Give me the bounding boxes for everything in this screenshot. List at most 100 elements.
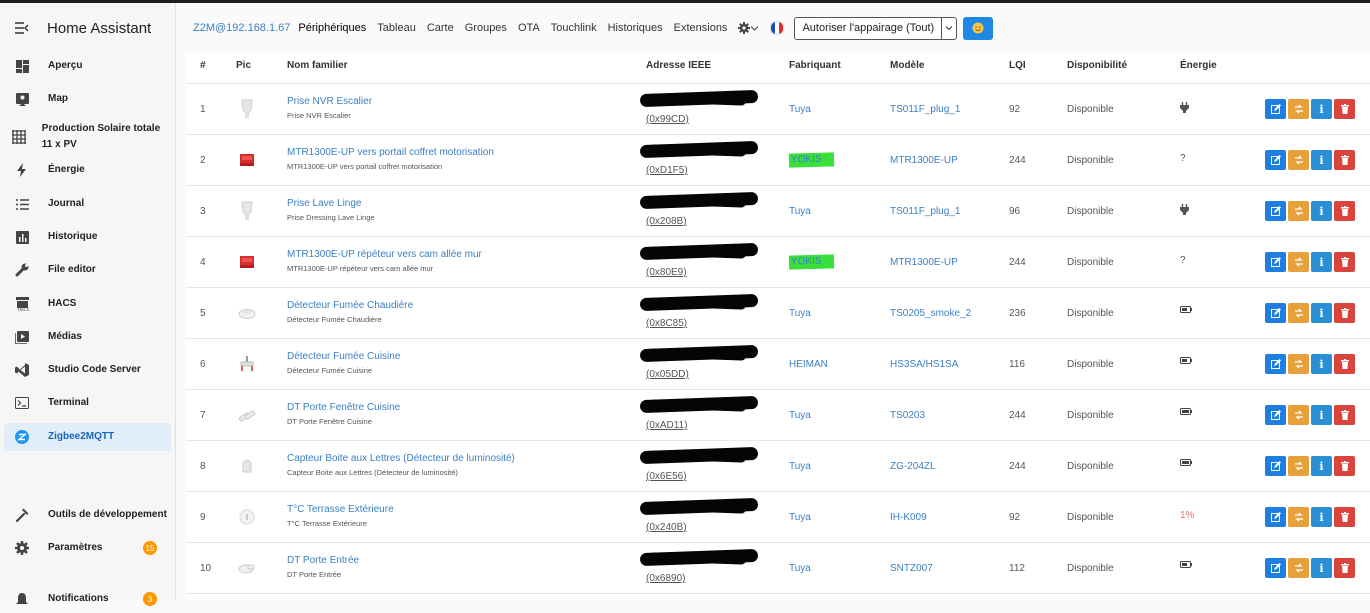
header-energy[interactable]: Énergie: [1180, 53, 1217, 83]
sidebar-item-dev-tools[interactable]: Outils de développement: [4, 501, 171, 529]
info-button[interactable]: i: [1311, 405, 1332, 425]
nav-ota[interactable]: OTA: [518, 22, 540, 34]
info-button[interactable]: i: [1311, 252, 1332, 272]
network-address-link[interactable]: (0x240B): [646, 522, 687, 533]
nav-extensions[interactable]: Extensions: [674, 22, 728, 34]
nav-brand-link[interactable]: Z2M@192.168.1.67: [193, 22, 290, 34]
model-link[interactable]: TS0203: [890, 410, 925, 421]
manufacturer-link[interactable]: Tuya: [789, 410, 811, 421]
info-button[interactable]: i: [1311, 558, 1332, 578]
rename-button[interactable]: [1288, 150, 1309, 170]
device-name-link[interactable]: T°C Terrasse Extérieure: [287, 504, 394, 515]
nav-carte[interactable]: Carte: [427, 22, 454, 34]
network-address-link[interactable]: (0x99CD): [646, 114, 689, 125]
sidebar-item-medias[interactable]: Médias: [4, 323, 171, 351]
sidebar-item-code-server[interactable]: Studio Code Server: [4, 356, 171, 384]
theme-toggle-button[interactable]: [963, 16, 994, 40]
device-name-link[interactable]: Prise Lave Linge: [287, 198, 375, 209]
network-address-link[interactable]: (0x6E56): [646, 471, 687, 482]
manufacturer-link[interactable]: Tuya: [789, 512, 811, 523]
edit-button[interactable]: [1265, 558, 1286, 578]
edit-button[interactable]: [1265, 150, 1286, 170]
rename-button[interactable]: [1288, 201, 1309, 221]
header-manufacturer[interactable]: Fabriquant: [789, 53, 841, 83]
model-link[interactable]: ZG-204ZL: [890, 461, 936, 472]
sidebar-item-apercu[interactable]: Aperçu: [4, 52, 171, 80]
info-button[interactable]: i: [1311, 507, 1332, 527]
sidebar-item-file-editor[interactable]: File editor: [4, 256, 171, 284]
manufacturer-link[interactable]: Tuya: [789, 308, 811, 319]
delete-button[interactable]: [1334, 201, 1355, 221]
device-name-link[interactable]: Détecteur Fumée Chaudière: [287, 300, 413, 311]
settings-dropdown[interactable]: [738, 22, 759, 34]
device-name-link[interactable]: MTR1300E-UP vers portail coffret motoris…: [287, 147, 494, 158]
sidebar-item-journal[interactable]: Journal: [4, 190, 171, 218]
sidebar-item-solar[interactable]: Production Solaire totale 11 x PV: [4, 119, 171, 155]
device-name-link[interactable]: Détecteur Fumée Cuisine: [287, 351, 400, 362]
info-button[interactable]: i: [1311, 303, 1332, 323]
edit-button[interactable]: [1265, 201, 1286, 221]
nav-peripheriques[interactable]: Périphériques: [298, 22, 366, 34]
rename-button[interactable]: [1288, 405, 1309, 425]
model-link[interactable]: TS011F_plug_1: [890, 104, 960, 115]
info-button[interactable]: i: [1311, 354, 1332, 374]
edit-button[interactable]: [1265, 99, 1286, 119]
model-link[interactable]: MTR1300E-UP: [890, 257, 958, 268]
chevron-down-icon[interactable]: [941, 17, 956, 39]
network-address-link[interactable]: (0x80E9): [646, 267, 687, 278]
network-address-link[interactable]: (0xD1F5): [646, 165, 688, 176]
delete-button[interactable]: [1334, 456, 1355, 476]
sidebar-item-map[interactable]: Map: [4, 85, 171, 113]
delete-button[interactable]: [1334, 99, 1355, 119]
rename-button[interactable]: [1288, 99, 1309, 119]
info-button[interactable]: i: [1311, 201, 1332, 221]
nav-groupes[interactable]: Groupes: [465, 22, 507, 34]
sidebar-item-terminal[interactable]: Terminal: [4, 389, 171, 417]
edit-button[interactable]: [1265, 252, 1286, 272]
network-address-link[interactable]: (0x8C85): [646, 318, 687, 329]
rename-button[interactable]: [1288, 303, 1309, 323]
edit-button[interactable]: [1265, 303, 1286, 323]
info-button[interactable]: i: [1311, 150, 1332, 170]
permit-join-select[interactable]: Autoriser l'appairage (Tout): [794, 16, 958, 40]
manufacturer-link[interactable]: YOKIS: [788, 254, 834, 270]
menu-collapse-icon[interactable]: [0, 22, 44, 34]
sidebar-item-hacs[interactable]: HACS HACS: [4, 290, 171, 318]
rename-button[interactable]: [1288, 456, 1309, 476]
manufacturer-link[interactable]: HEIMAN: [789, 359, 828, 370]
device-name-link[interactable]: Capteur Boite aux Lettres (Détecteur de …: [287, 453, 515, 464]
delete-button[interactable]: [1334, 303, 1355, 323]
device-name-link[interactable]: DT Porte Fenêtre Cuisine: [287, 402, 400, 413]
sidebar-item-settings[interactable]: Paramètres 15: [4, 534, 171, 562]
device-name-link[interactable]: DT Porte Entrée: [287, 555, 359, 566]
edit-button[interactable]: [1265, 507, 1286, 527]
model-link[interactable]: TS011F_plug_1: [890, 206, 960, 217]
sidebar-item-energie[interactable]: Énergie: [4, 156, 171, 184]
network-address-link[interactable]: (0x05DD): [646, 369, 689, 380]
rename-button[interactable]: [1288, 354, 1309, 374]
header-num[interactable]: #: [200, 53, 206, 83]
model-link[interactable]: SNTZ007: [890, 563, 933, 574]
nav-historiques[interactable]: Historiques: [608, 22, 663, 34]
rename-button[interactable]: [1288, 252, 1309, 272]
manufacturer-link[interactable]: Tuya: [789, 104, 811, 115]
network-address-link[interactable]: (0x208B): [646, 216, 687, 227]
manufacturer-link[interactable]: Tuya: [789, 206, 811, 217]
delete-button[interactable]: [1334, 252, 1355, 272]
rename-button[interactable]: [1288, 558, 1309, 578]
sidebar-item-historique[interactable]: Historique: [4, 223, 171, 251]
device-name-link[interactable]: Prise NVR Escalier: [287, 96, 372, 107]
manufacturer-link[interactable]: YOKIS: [788, 152, 834, 168]
header-model[interactable]: Modèle: [890, 53, 924, 83]
info-button[interactable]: i: [1311, 99, 1332, 119]
device-name-link[interactable]: MTR1300E-UP répéteur vers cam allée mur: [287, 249, 482, 260]
delete-button[interactable]: [1334, 507, 1355, 527]
model-link[interactable]: IH-K009: [890, 512, 927, 523]
header-lqi[interactable]: LQI: [1009, 53, 1026, 83]
header-availability[interactable]: Disponibilité: [1067, 53, 1127, 83]
manufacturer-link[interactable]: Tuya: [789, 461, 811, 472]
delete-button[interactable]: [1334, 354, 1355, 374]
network-address-link[interactable]: (0x6890): [646, 573, 685, 584]
language-flag-icon[interactable]: [770, 21, 785, 35]
rename-button[interactable]: [1288, 507, 1309, 527]
